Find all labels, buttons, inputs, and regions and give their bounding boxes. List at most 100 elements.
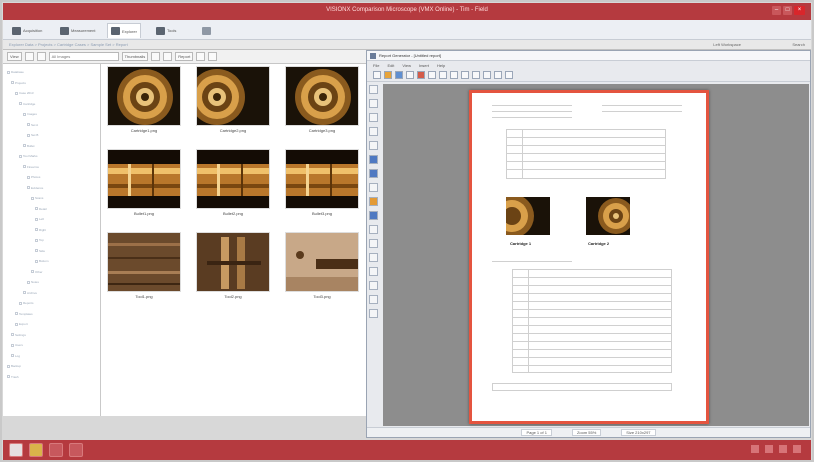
thumbnail-image[interactable] [107,149,181,209]
report-button[interactable]: Report [175,52,194,61]
report-page[interactable]: Cartridge 1 Cartridge 2 [469,90,709,424]
thumbnail-image[interactable] [285,149,359,209]
open-folder-icon[interactable] [384,71,392,79]
thumbnail-image[interactable] [196,232,270,292]
breadcrumb[interactable]: Explorer Data > Projects > Cartridge Cas… [9,42,128,47]
thumbnail-image[interactable] [107,232,181,292]
start-icon[interactable] [9,443,23,457]
expand-icon[interactable] [19,154,22,158]
tree-item[interactable]: Cartridge [19,102,35,106]
tree-item[interactable]: Images [23,112,37,116]
tab-tools[interactable]: Tools [153,23,179,38]
save-icon[interactable] [395,71,403,79]
gallery-item[interactable]: Bullet2.png [196,149,270,219]
expand-icon[interactable] [23,144,26,148]
page-icon[interactable] [483,71,491,79]
grid-tool-icon[interactable] [369,281,378,290]
app-icon[interactable] [49,443,63,457]
tree-item[interactable]: Right [35,228,46,232]
tree-item[interactable]: Bullet [23,144,35,148]
filter-icon[interactable] [163,52,173,61]
expand-icon[interactable] [15,91,18,95]
expand-icon[interactable] [7,375,10,379]
undo-icon[interactable] [450,71,458,79]
tab-acquisition[interactable]: Acquisition [9,23,45,38]
tree-item[interactable]: Templates [15,312,33,316]
lock-tool-icon[interactable] [369,295,378,304]
thumbnail-image[interactable] [196,66,270,126]
thumbnail-image[interactable] [285,66,359,126]
expand-icon[interactable] [35,217,38,221]
expand-icon[interactable] [27,280,30,284]
chart-tool-icon[interactable] [369,197,378,206]
print-icon[interactable] [406,71,414,79]
tree-item[interactable]: Notes [27,280,39,284]
gallery-item[interactable]: Tool2.png [196,232,270,302]
ellipse-tool-icon[interactable] [369,127,378,136]
compare-icon[interactable] [151,52,161,61]
thumbnails-button[interactable]: Thumbnails [121,52,149,61]
barcode-tool-icon[interactable] [369,211,378,220]
expand-icon[interactable] [35,207,38,211]
grid-icon[interactable] [24,52,34,61]
clock-icon[interactable] [793,445,801,453]
tree-item[interactable]: Tool Marks [19,154,38,158]
expand-icon[interactable] [27,123,30,127]
tree-item[interactable]: Side [35,249,45,253]
properties-tool-icon[interactable] [369,309,378,318]
menu-edit[interactable]: Edit [387,63,394,68]
cut-icon[interactable] [417,71,425,79]
tree-item[interactable]: Users [11,343,23,347]
text-tool-icon[interactable] [369,155,378,164]
new-icon[interactable] [373,71,381,79]
menu-help[interactable]: Help [437,63,445,68]
tree-item[interactable]: Left [35,217,44,221]
menu-view[interactable]: View [402,63,411,68]
thumbnail-image[interactable] [107,66,181,126]
tree-item[interactable]: Trash [7,375,19,379]
align-tool-icon[interactable] [369,239,378,248]
select-tool-icon[interactable] [369,85,378,94]
copy-icon[interactable] [428,71,436,79]
tree-item[interactable]: Set A [27,123,38,127]
expand-icon[interactable] [31,270,34,274]
tree-item[interactable]: Settings [11,333,26,337]
report-image-2[interactable] [586,197,634,235]
undo-icon[interactable] [208,52,218,61]
gallery-item[interactable]: Cartridge1.png [107,66,181,136]
view-button[interactable]: View [7,52,22,61]
tab-explorer[interactable]: Explorer [107,23,141,38]
image-tool-icon[interactable] [369,169,378,178]
tab-more[interactable] [199,23,216,38]
tree-item[interactable]: Export [15,322,28,326]
list-icon[interactable] [36,52,46,61]
two-page-icon[interactable] [505,71,513,79]
gallery-item[interactable]: Tool3.png [285,232,359,302]
refresh-icon[interactable] [196,52,206,61]
tree-item[interactable]: Firearms [23,165,39,169]
folder-icon[interactable] [29,443,43,457]
layer-tool-icon[interactable] [369,267,378,276]
search-label[interactable]: Search [792,42,805,47]
expand-icon[interactable] [7,364,10,368]
expand-icon[interactable] [19,301,22,305]
gallery-item[interactable]: Tool1.png [107,232,181,302]
expand-icon[interactable] [23,291,26,295]
expand-icon[interactable] [23,112,26,116]
tree-item[interactable]: Bottom [35,259,49,263]
expand-icon[interactable] [7,70,10,74]
expand-icon[interactable] [11,343,14,347]
expand-icon[interactable] [11,354,14,358]
menu-file[interactable]: File [373,63,379,68]
paste-icon[interactable] [439,71,447,79]
tree-item[interactable]: Database [7,70,24,74]
zoom-in-icon[interactable] [461,71,469,79]
filter-select[interactable]: All Images [48,52,119,61]
expand-icon[interactable] [27,133,30,137]
tree-item[interactable]: Evidence [27,186,43,190]
gallery-item[interactable]: Bullet3.png [285,149,359,219]
gallery-item[interactable]: Cartridge2.png [196,66,270,136]
expand-icon[interactable] [23,165,26,169]
expand-icon[interactable] [27,186,30,190]
table-tool-icon[interactable] [369,183,378,192]
